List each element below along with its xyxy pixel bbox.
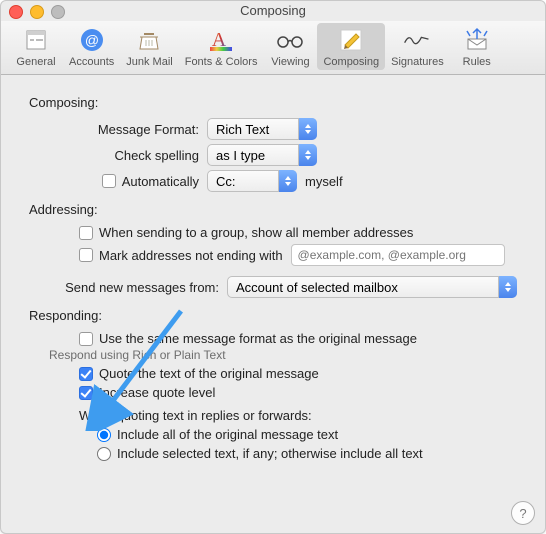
tab-signatures[interactable]: Signatures: [385, 23, 450, 70]
tab-label: Junk Mail: [126, 56, 172, 68]
viewing-icon: [275, 25, 305, 55]
junk-mail-icon: [134, 25, 164, 55]
message-format-label: Message Format:: [29, 122, 199, 137]
tab-label: Rules: [463, 56, 491, 68]
include-selected-label: Include selected text, if any; otherwise…: [117, 446, 423, 461]
preferences-window: Composing General @ Accounts Junk Mail A…: [0, 0, 546, 534]
chevron-updown-icon: [298, 118, 317, 140]
tab-label: Viewing: [271, 56, 309, 68]
tab-label: Fonts & Colors: [185, 56, 258, 68]
tab-label: General: [16, 56, 55, 68]
increase-quote-checkbox[interactable]: [79, 386, 93, 400]
quote-text-checkbox[interactable]: [79, 367, 93, 381]
help-button[interactable]: ?: [511, 501, 535, 525]
preferences-toolbar: General @ Accounts Junk Mail A Fonts & C…: [1, 21, 545, 75]
close-icon[interactable]: [9, 5, 23, 19]
tab-label: Composing: [323, 56, 379, 68]
accounts-icon: @: [77, 25, 107, 55]
window-controls: [9, 5, 65, 19]
tab-label: Signatures: [391, 56, 444, 68]
respond-format-note: Respond using Rich or Plain Text: [49, 348, 517, 362]
composing-section: Composing: Message Format: Rich Text Che…: [29, 95, 517, 192]
tab-label: Accounts: [69, 56, 114, 68]
check-spelling-label: Check spelling: [29, 148, 199, 163]
tab-general[interactable]: General: [9, 23, 63, 70]
chevron-updown-icon: [298, 144, 317, 166]
tab-accounts[interactable]: @ Accounts: [63, 23, 120, 70]
automatically-checkbox[interactable]: [102, 174, 116, 188]
window-title: Composing: [240, 3, 306, 18]
section-heading: Addressing:: [29, 202, 517, 217]
same-format-checkbox[interactable]: [79, 332, 93, 346]
tab-rules[interactable]: Rules: [450, 23, 504, 70]
svg-text:@: @: [85, 32, 99, 48]
responding-section: Responding: Use the same message format …: [29, 308, 517, 461]
quote-text-label: Quote the text of the original message: [99, 366, 319, 381]
fonts-colors-icon: A: [206, 25, 236, 55]
increase-quote-label: Increase quote level: [99, 385, 215, 400]
addressing-section: Addressing: When sending to a group, sho…: [29, 202, 517, 298]
chevron-updown-icon: [278, 170, 297, 192]
tab-viewing[interactable]: Viewing: [263, 23, 317, 70]
chevron-updown-icon: [498, 276, 517, 298]
send-from-label: Send new messages from:: [29, 280, 219, 295]
tab-fonts-colors[interactable]: A Fonts & Colors: [179, 23, 264, 70]
automatically-label: Automatically: [122, 174, 199, 189]
titlebar: Composing: [1, 1, 545, 21]
when-quoting-heading: When quoting text in replies or forwards…: [79, 408, 312, 423]
group-addresses-checkbox[interactable]: [79, 226, 93, 240]
rules-icon: [462, 25, 492, 55]
minimize-icon[interactable]: [30, 5, 44, 19]
include-all-radio[interactable]: [97, 428, 111, 442]
tab-composing[interactable]: Composing: [317, 23, 385, 70]
mark-addresses-field[interactable]: [291, 244, 505, 266]
same-format-label: Use the same message format as the origi…: [99, 331, 417, 346]
myself-label: myself: [305, 174, 343, 189]
mark-addresses-label: Mark addresses not ending with: [99, 248, 283, 263]
composing-icon: [336, 25, 366, 55]
signatures-icon: [402, 25, 432, 55]
section-heading: Composing:: [29, 95, 517, 110]
send-from-select[interactable]: Account of selected mailbox: [227, 276, 517, 298]
section-heading: Responding:: [29, 308, 517, 323]
mark-addresses-checkbox[interactable]: [79, 248, 93, 262]
include-selected-radio[interactable]: [97, 447, 111, 461]
group-addresses-label: When sending to a group, show all member…: [99, 225, 413, 240]
tab-junk-mail[interactable]: Junk Mail: [120, 23, 178, 70]
general-icon: [21, 25, 51, 55]
zoom-icon[interactable]: [51, 5, 65, 19]
preferences-body: Composing: Message Format: Rich Text Che…: [1, 75, 545, 475]
include-all-label: Include all of the original message text: [117, 427, 338, 442]
